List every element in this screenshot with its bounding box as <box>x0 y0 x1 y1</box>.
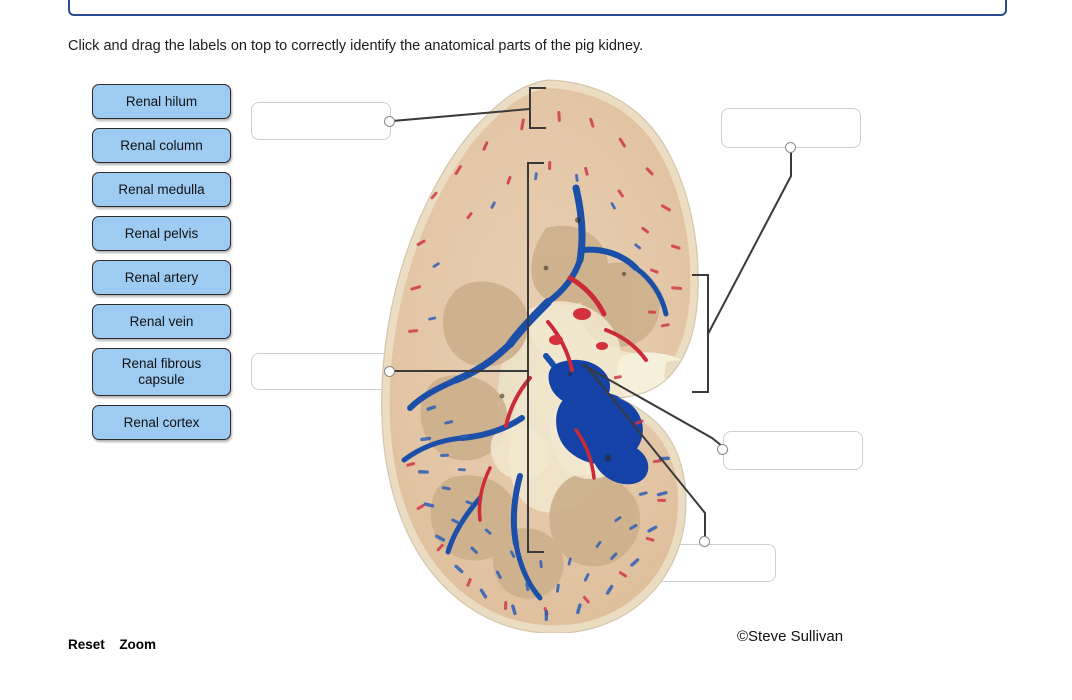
pig-kidney-image <box>370 78 710 634</box>
connector-dot-top-right <box>785 142 796 153</box>
connector-dot-bottom-right <box>699 536 710 547</box>
reset-button[interactable]: Reset <box>68 637 105 652</box>
drag-label-renal-pelvis[interactable]: Renal pelvis <box>92 216 231 251</box>
drag-label-renal-fibrous-capsule[interactable]: Renal fibrous capsule <box>92 348 231 396</box>
drag-label-renal-cortex[interactable]: Renal cortex <box>92 405 231 440</box>
footer-controls: Reset Zoom <box>68 637 156 652</box>
connector-dot-middle-right <box>717 444 728 455</box>
draggable-label-bank: Renal hilum Renal column Renal medulla R… <box>92 84 231 449</box>
drag-label-renal-column[interactable]: Renal column <box>92 128 231 163</box>
top-panel <box>68 0 1007 16</box>
drag-label-renal-medulla[interactable]: Renal medulla <box>92 172 231 207</box>
instruction-text: Click and drag the labels on top to corr… <box>68 38 644 54</box>
drag-label-renal-hilum[interactable]: Renal hilum <box>92 84 231 119</box>
image-credit: ©Steve Sullivan <box>737 628 844 645</box>
connector-dot-middle-left <box>384 366 395 377</box>
connector-dot-top-left <box>384 116 395 127</box>
drag-label-renal-artery[interactable]: Renal artery <box>92 260 231 295</box>
leader-top-right <box>706 147 792 336</box>
drag-label-renal-vein[interactable]: Renal vein <box>92 304 231 339</box>
zoom-button[interactable]: Zoom <box>119 637 156 652</box>
drop-target-middle-right[interactable] <box>723 431 863 470</box>
exercise-stage: Click and drag the labels on top to corr… <box>0 0 1072 700</box>
